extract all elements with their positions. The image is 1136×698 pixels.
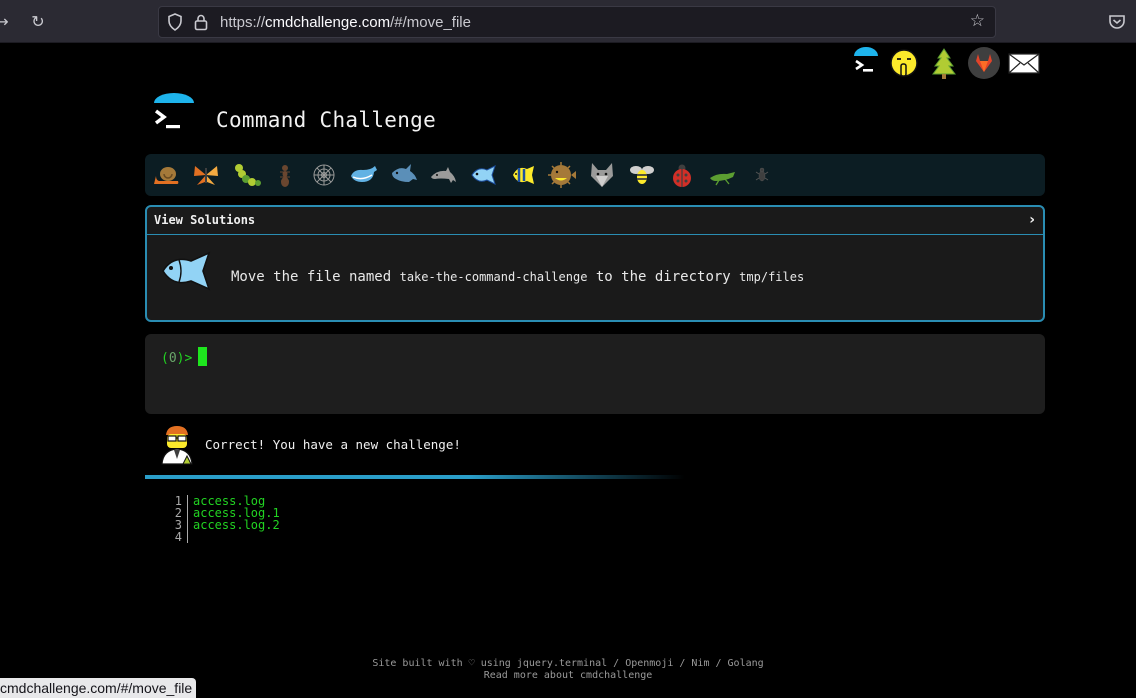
spider-web-icon[interactable] <box>307 158 341 192</box>
envelope-icon[interactable] <box>1006 44 1042 82</box>
shark-icon[interactable] <box>387 158 421 192</box>
bee-icon[interactable] <box>625 158 659 192</box>
butterfly-icon[interactable] <box>189 158 223 192</box>
footer-credits[interactable]: Site built with ♡ using jquery.terminal … <box>0 658 1136 670</box>
ant-icon[interactable] <box>268 158 302 192</box>
site-logo[interactable] <box>152 92 196 136</box>
list-item: 4 <box>170 531 280 543</box>
filename-code: take-the-command-challenge <box>399 270 588 284</box>
snail-icon[interactable] <box>149 158 183 192</box>
status-message: Correct! You have a new challenge! <box>205 437 461 452</box>
fish-icon[interactable] <box>466 158 500 192</box>
bug-icon[interactable] <box>745 158 779 192</box>
terminal[interactable]: (0)> <box>145 334 1045 414</box>
page-title: Command Challenge <box>216 108 437 132</box>
terminal-cursor <box>198 347 208 366</box>
terminal-prompt[interactable]: (0)> <box>161 347 208 366</box>
cricket-icon[interactable] <box>705 158 739 192</box>
scientist-avatar-icon <box>161 426 193 465</box>
tropical-fish-icon[interactable] <box>506 158 540 192</box>
lock-icon[interactable] <box>193 13 209 31</box>
dolphin-icon[interactable] <box>426 158 460 192</box>
ladybug-icon[interactable] <box>665 158 699 192</box>
blowfish-icon[interactable] <box>545 158 579 192</box>
wolf-icon[interactable] <box>585 158 619 192</box>
pocket-icon[interactable] <box>1108 13 1126 31</box>
reload-icon[interactable]: ↻ <box>26 10 50 34</box>
divider <box>145 475 685 479</box>
directory-code: tmp/files <box>739 270 805 284</box>
list-item: 3 access.log.2 <box>170 519 280 531</box>
forward-arrow-icon[interactable]: → <box>0 10 14 34</box>
caterpillar-icon[interactable] <box>229 158 263 192</box>
url-text[interactable]: https://cmdchallenge.com/#/move_file <box>220 14 471 31</box>
solutions-panel: View Solutions › Move the file named tak… <box>145 205 1045 322</box>
fish-icon <box>162 251 211 291</box>
output-listing: 1 access.log 2 access.log.1 3 access.log.2 … <box>170 495 280 543</box>
challenge-strip <box>145 154 1045 196</box>
shield-icon[interactable] <box>167 13 183 31</box>
tree-icon[interactable] <box>926 44 962 82</box>
chevron-right-icon[interactable]: › <box>1029 212 1035 228</box>
shushing-face-icon[interactable] <box>886 44 922 82</box>
challenge-description: Move the file named take-the-command-cha… <box>147 235 1043 320</box>
view-solutions-toggle[interactable]: View Solutions › <box>147 207 1043 235</box>
status-link-preview: cmdchallenge.com/#/move_file <box>0 678 197 698</box>
bookmark-star-icon[interactable]: ☆ <box>970 11 985 31</box>
view-solutions-label: View Solutions <box>154 213 256 227</box>
browser-toolbar: → ↻ https://cmdchallenge.com/#/move_file… <box>0 0 1136 43</box>
cmdchallenge-logo-icon[interactable] <box>848 44 884 82</box>
address-bar[interactable]: https://cmdchallenge.com/#/move_file ☆ <box>158 6 996 38</box>
challenge-task: Move the file named take-the-command-cha… <box>231 269 805 285</box>
gitlab-icon[interactable] <box>966 44 1002 82</box>
whale-icon[interactable] <box>347 158 381 192</box>
